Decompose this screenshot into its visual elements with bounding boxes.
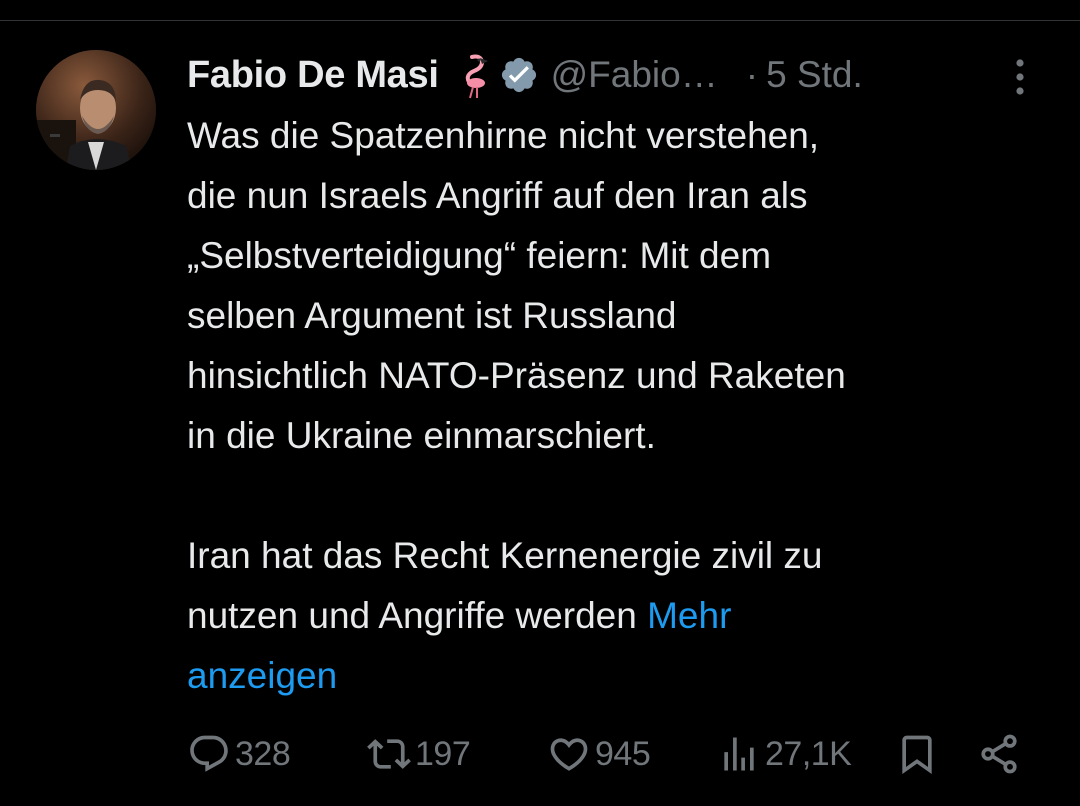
action-bar: 328 197 945 27,1K bbox=[187, 724, 1027, 784]
show-more-link[interactable]: Mehr bbox=[647, 595, 731, 636]
author-handle[interactable]: @Fabio… bbox=[551, 54, 718, 96]
repost-icon bbox=[367, 739, 411, 769]
views-count: 27,1K bbox=[765, 734, 852, 773]
repost-count: 197 bbox=[415, 734, 471, 773]
like-button[interactable]: 945 bbox=[547, 724, 651, 784]
tweet-text-line: selben Argument ist Russland bbox=[187, 295, 677, 336]
show-more-link[interactable]: anzeigen bbox=[187, 655, 337, 696]
bookmark-button[interactable] bbox=[895, 724, 939, 784]
more-options-icon[interactable] bbox=[1008, 57, 1032, 97]
reply-count: 328 bbox=[235, 734, 291, 773]
views-icon bbox=[724, 737, 754, 771]
tweet-text-fragment: nutzen und Angriffe werden bbox=[187, 595, 648, 636]
share-button[interactable] bbox=[977, 724, 1021, 784]
author-name[interactable]: Fabio De Masi bbox=[187, 54, 439, 97]
header-separator: · bbox=[745, 54, 759, 95]
avatar[interactable] bbox=[36, 50, 156, 170]
tweet-header: Fabio De Masi @Fabio… · 5 Std. bbox=[187, 48, 1047, 102]
views-button[interactable]: 27,1K bbox=[717, 724, 852, 784]
tweet-text-line: in die Ukraine einmarschiert. bbox=[187, 415, 656, 456]
bookmark-icon bbox=[902, 735, 932, 775]
tweet-text-line: nutzen und Angriffe werden Mehr bbox=[187, 586, 1047, 646]
tweet-text-line: die nun Israels Angriff auf den Iran als bbox=[187, 175, 808, 216]
tweet-text: Was die Spatzenhirne nicht verstehen, di… bbox=[187, 106, 1047, 706]
flamingo-emoji bbox=[453, 51, 491, 99]
like-count: 945 bbox=[595, 734, 651, 773]
tweet-text-line: „Selbstverteidigung“ feiern: Mit dem bbox=[187, 235, 772, 276]
repost-button[interactable]: 197 bbox=[367, 724, 471, 784]
tweet-text-line: anzeigen bbox=[187, 646, 1047, 706]
tweet-timestamp[interactable]: 5 Std. bbox=[766, 54, 863, 96]
share-icon bbox=[981, 734, 1017, 774]
tweet-text-line: Iran hat das Recht Kernenergie zivil zu bbox=[187, 535, 823, 576]
tweet-text-line: Was die Spatzenhirne nicht verstehen, bbox=[187, 115, 820, 156]
top-divider bbox=[0, 20, 1080, 21]
reply-icon bbox=[190, 735, 228, 772]
tweet-text-line: hinsichtlich NATO-Präsenz und Raketen bbox=[187, 355, 846, 396]
verified-badge-icon[interactable] bbox=[499, 55, 539, 95]
reply-button[interactable]: 328 bbox=[187, 724, 291, 784]
like-icon bbox=[550, 738, 588, 771]
